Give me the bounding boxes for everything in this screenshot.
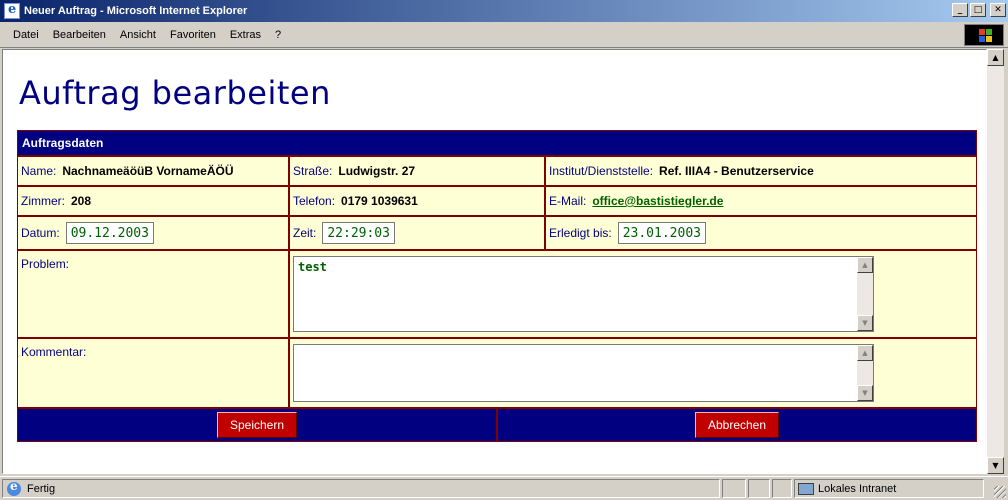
scroll-down-icon[interactable]: ▼ — [857, 385, 873, 401]
zone-text: Lokales Intranet — [818, 482, 897, 495]
status-segment — [772, 479, 792, 498]
room-label: Zimmer: — [21, 194, 65, 208]
menu-bar: Datei Bearbeiten Ansicht Favoriten Extra… — [0, 22, 1008, 48]
due-date-label: Erledigt bis: — [549, 226, 612, 240]
street-value: Ludwigstr. 27 — [338, 164, 416, 178]
comment-textarea[interactable]: ▲ ▼ — [293, 344, 874, 402]
problem-label-cell: Problem: — [17, 250, 289, 338]
date-label: Datum: — [21, 226, 60, 240]
maximize-button[interactable]: □ — [970, 3, 986, 17]
phone-cell: Telefon: 0179 1039631 — [289, 186, 545, 216]
page-viewport: Auftrag bearbeiten Auftragsdaten Name: N… — [2, 49, 987, 474]
windows-logo-icon — [964, 24, 1004, 46]
ie-icon — [4, 2, 20, 19]
email-label: E-Mail: — [549, 194, 587, 208]
problem-scrollbar[interactable]: ▲ ▼ — [857, 257, 873, 331]
window-controls: _ □ ✕ — [952, 3, 1006, 17]
button-row: Speichern Abbrechen — [17, 408, 977, 442]
problem-field-cell: test ▲ ▼ — [289, 250, 977, 338]
page-done-icon — [7, 479, 21, 496]
menu-help[interactable]: ? — [268, 29, 288, 41]
street-label: Straße: — [293, 164, 333, 178]
name-label: Name: — [21, 164, 57, 178]
email-cell: E-Mail: office@bastistiegler.de — [545, 186, 977, 216]
minimize-button[interactable]: _ — [952, 3, 968, 17]
institute-label: Institut/Dienststelle: — [549, 164, 654, 178]
save-button[interactable]: Speichern — [216, 412, 298, 438]
status-segment — [748, 479, 770, 498]
status-main: Fertig — [2, 479, 720, 498]
institute-cell: Institut/Dienststelle: Ref. IIIA4 - Benu… — [545, 156, 977, 186]
room-value: 208 — [71, 194, 92, 208]
form-row: Kommentar: ▲ ▼ — [17, 338, 977, 408]
scroll-up-icon[interactable]: ▲ — [857, 345, 873, 361]
intranet-icon — [798, 482, 814, 495]
window-titlebar: Neuer Auftrag - Microsoft Internet Explo… — [0, 0, 1008, 22]
date-cell: Datum: 09.12.2003 — [17, 216, 289, 250]
cancel-button[interactable]: Abbrechen — [694, 412, 780, 438]
street-cell: Straße: Ludwigstr. 27 — [289, 156, 545, 186]
section-header: Auftragsdaten — [17, 130, 977, 156]
page-scrollbar[interactable]: ▲ ▼ — [987, 49, 1004, 474]
comment-field-cell: ▲ ▼ — [289, 338, 977, 408]
status-zone: Lokales Intranet — [794, 479, 984, 498]
page-title: Auftrag bearbeiten — [19, 74, 331, 112]
window-title: Neuer Auftrag - Microsoft Internet Explo… — [24, 5, 248, 17]
problem-label: Problem: — [21, 257, 70, 271]
form-row: Datum: 09.12.2003 Zeit: 22:29:03 Erledig… — [17, 216, 977, 250]
time-field[interactable]: 22:29:03 — [322, 222, 395, 244]
comment-label-cell: Kommentar: — [17, 338, 289, 408]
status-bar: Fertig Lokales Intranet — [0, 476, 1008, 500]
order-form: Auftragsdaten Name: NachnameäöüB Vorname… — [17, 130, 977, 442]
menu-bearbeiten[interactable]: Bearbeiten — [46, 29, 113, 41]
form-row: Zimmer: 208 Telefon: 0179 1039631 E-Mail… — [17, 186, 977, 216]
time-label: Zeit: — [293, 226, 317, 240]
problem-textarea[interactable]: test ▲ ▼ — [293, 256, 874, 332]
cancel-button-cell: Abbrechen — [497, 408, 977, 442]
scroll-down-icon[interactable]: ▼ — [987, 457, 1004, 474]
time-cell: Zeit: 22:29:03 — [289, 216, 545, 250]
menu-extras[interactable]: Extras — [223, 29, 268, 41]
name-value: NachnameäöüB VornameÄÖÜ — [62, 164, 234, 178]
form-row: Name: NachnameäöüB VornameÄÖÜ Straße: Lu… — [17, 156, 977, 186]
menu-datei[interactable]: Datei — [6, 29, 46, 41]
menu-favoriten[interactable]: Favoriten — [163, 29, 223, 41]
scroll-up-icon[interactable]: ▲ — [987, 49, 1004, 66]
scroll-down-icon[interactable]: ▼ — [857, 315, 873, 331]
date-field[interactable]: 09.12.2003 — [65, 222, 154, 244]
save-button-cell: Speichern — [17, 408, 497, 442]
close-button[interactable]: ✕ — [990, 3, 1006, 17]
room-cell: Zimmer: 208 — [17, 186, 289, 216]
phone-label: Telefon: — [293, 194, 336, 208]
email-link[interactable]: office@bastistiegler.de — [592, 194, 723, 208]
status-segment — [722, 479, 746, 498]
phone-value: 0179 1039631 — [341, 194, 418, 208]
comment-scrollbar[interactable]: ▲ ▼ — [857, 345, 873, 401]
name-cell: Name: NachnameäöüB VornameÄÖÜ — [17, 156, 289, 186]
resize-grip-icon[interactable] — [994, 486, 1006, 498]
due-date-cell: Erledigt bis: 23.01.2003 — [545, 216, 977, 250]
institute-value: Ref. IIIA4 - Benutzerservice — [659, 164, 814, 178]
scroll-up-icon[interactable]: ▲ — [857, 257, 873, 273]
problem-text: test — [298, 260, 327, 274]
status-text: Fertig — [27, 482, 56, 495]
due-date-field[interactable]: 23.01.2003 — [617, 222, 706, 244]
form-row: Problem: test ▲ ▼ — [17, 250, 977, 338]
comment-label: Kommentar: — [21, 345, 87, 359]
menu-ansicht[interactable]: Ansicht — [113, 29, 163, 41]
